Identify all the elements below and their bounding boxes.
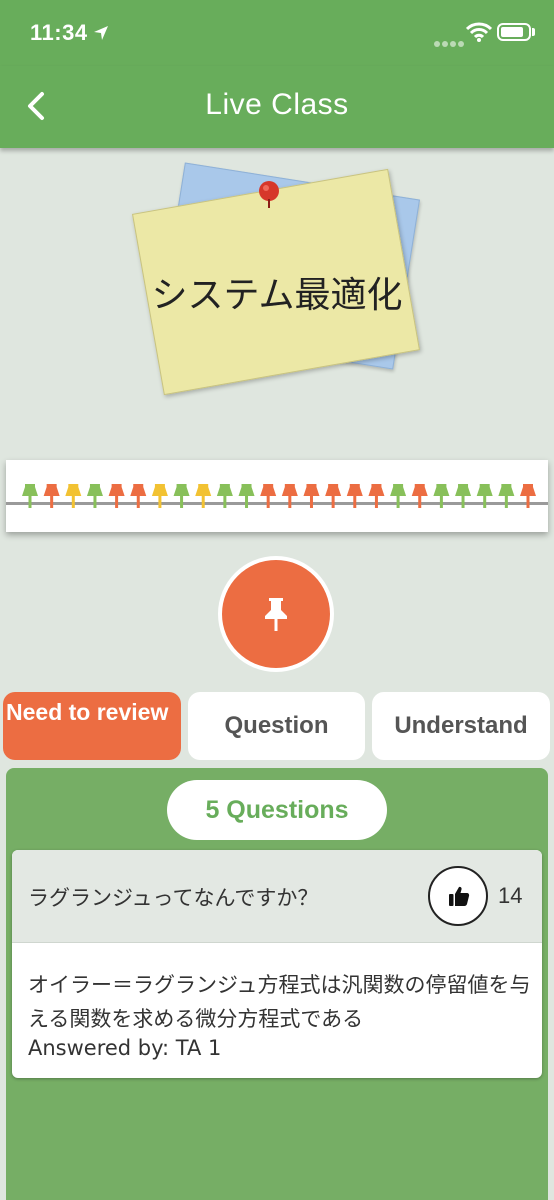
- thumbtack-icon: [256, 180, 282, 215]
- timeline-pin-understand: [238, 484, 255, 508]
- need-to-review-button[interactable]: Need to review: [3, 692, 181, 760]
- like-button[interactable]: [428, 866, 488, 926]
- timeline-pins: [22, 484, 536, 508]
- wifi-icon: [465, 22, 493, 47]
- question-text: ラグランジュってなんですか？: [28, 886, 319, 910]
- question-card-header: ラグランジュってなんですか？ 14: [12, 850, 542, 943]
- battery-tip: [532, 28, 535, 36]
- timeline-pin-understand: [390, 484, 407, 508]
- questions-count-badge[interactable]: 5 Questions: [167, 780, 387, 840]
- like-count: 14: [498, 883, 523, 908]
- cellular-signal-icon: [434, 34, 466, 52]
- add-pin-button[interactable]: [218, 556, 334, 672]
- timeline-pin-understand: [476, 484, 493, 508]
- timeline-pin-question: [151, 484, 168, 508]
- page-title: Live Class: [205, 88, 349, 121]
- location-arrow-icon: [92, 24, 110, 47]
- answered-by-label: Answered by: TA 1: [28, 1036, 222, 1060]
- question-card[interactable]: ラグランジュってなんですか？ 14 オイラー＝ラグランジュ方程式は汎関数の停留値…: [12, 850, 542, 1078]
- timeline-pin-need-to-review: [281, 484, 298, 508]
- status-bar: 11:34: [0, 0, 554, 66]
- nav-bar: Live Class: [0, 66, 554, 148]
- timeline-pin-need-to-review: [325, 484, 342, 508]
- timeline-pin-need-to-review: [43, 484, 60, 508]
- pin-timeline[interactable]: [6, 460, 548, 532]
- questions-panel: 5 Questions ラグランジュってなんですか？ 14 オイラー＝ラグランジ…: [6, 768, 548, 1200]
- timeline-pin-understand: [173, 484, 190, 508]
- status-time: 11:34: [30, 20, 88, 45]
- class-topic-title: システム最適化: [151, 275, 403, 316]
- add-pin-button-fill: [222, 560, 330, 668]
- timeline-pin-understand: [455, 484, 472, 508]
- answer-text: オイラー＝ラグランジュ方程式は汎関数の停留値を与える関数を求める微分方程式である: [28, 973, 531, 1031]
- timeline-pin-need-to-review: [108, 484, 125, 508]
- timeline-pin-question: [195, 484, 212, 508]
- timeline-pin-need-to-review: [130, 484, 147, 508]
- timeline-pin-need-to-review: [411, 484, 428, 508]
- timeline-pin-need-to-review: [520, 484, 536, 508]
- question-button[interactable]: Question: [188, 692, 365, 760]
- timeline-pin-understand: [216, 484, 233, 508]
- understand-button[interactable]: Understand: [372, 692, 550, 760]
- pushpin-icon: [265, 598, 287, 631]
- timeline-pin-need-to-review: [368, 484, 385, 508]
- timeline-pin-need-to-review: [346, 484, 363, 508]
- timeline-pin-need-to-review: [260, 484, 277, 508]
- timeline-pin-understand: [433, 484, 450, 508]
- timeline-pin-understand: [22, 484, 38, 508]
- timeline-pin-understand: [86, 484, 103, 508]
- timeline-pin-understand: [498, 484, 515, 508]
- battery-icon: [497, 23, 531, 41]
- thumbs-up-icon: [449, 886, 470, 906]
- timeline-pin-need-to-review: [303, 484, 320, 508]
- timeline-pin-question: [65, 484, 82, 508]
